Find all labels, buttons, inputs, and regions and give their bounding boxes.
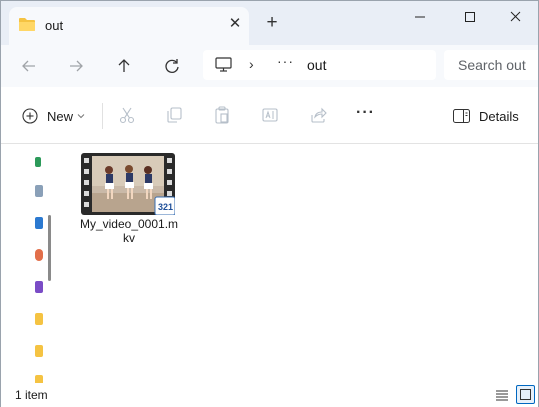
paste-icon[interactable] — [213, 106, 231, 124]
cut-icon[interactable] — [118, 106, 136, 124]
back-arrow-icon[interactable] — [18, 55, 40, 77]
nav-pane-scrollbar[interactable] — [48, 215, 51, 281]
chevron-down-icon — [77, 114, 85, 119]
player-badge-text: 321 — [158, 202, 173, 212]
copy-icon[interactable] — [165, 106, 183, 124]
close-window-icon[interactable] — [504, 8, 528, 26]
refresh-icon[interactable] — [161, 55, 183, 77]
nav-item-icon[interactable] — [35, 185, 43, 197]
new-button[interactable]: New — [22, 106, 92, 126]
tab-out[interactable]: out ✕ — [9, 7, 249, 45]
breadcrumb-separator[interactable]: › — [249, 56, 254, 72]
search-placeholder: Search out — [458, 57, 526, 73]
command-bar: New ··· Details — [1, 87, 538, 144]
toolbar-divider — [102, 103, 103, 129]
minimize-icon[interactable] — [408, 8, 432, 26]
large-icons-view-icon — [520, 389, 531, 400]
details-pane-icon — [453, 109, 470, 123]
details-label: Details — [479, 108, 519, 124]
new-button-label: New — [47, 108, 74, 124]
navigation-pane[interactable] — [1, 145, 59, 383]
nav-item-icon[interactable] — [35, 345, 43, 357]
nav-item-icon[interactable] — [35, 249, 43, 261]
file-list[interactable]: 321 My_video_0001.mkv — [59, 145, 538, 383]
large-icons-view-button[interactable] — [516, 385, 535, 404]
forward-arrow-icon[interactable] — [65, 55, 87, 77]
player-badge-icon: 321 — [158, 202, 173, 212]
tab-title: out — [45, 18, 64, 33]
new-tab-button[interactable]: + — [263, 13, 281, 33]
nav-item-icon[interactable] — [35, 157, 41, 167]
this-pc-icon[interactable] — [215, 57, 232, 73]
file-name[interactable]: My_video_0001.mkv — [79, 217, 179, 245]
breadcrumb-overflow[interactable]: ··· — [277, 53, 294, 69]
details-button[interactable]: Details — [453, 106, 519, 126]
title-bar: out ✕ + — [1, 1, 538, 45]
nav-item-icon[interactable] — [35, 313, 43, 325]
search-input[interactable]: Search out — [444, 50, 538, 80]
address-bar[interactable]: › ··· out — [203, 50, 436, 80]
item-count: 1 item — [15, 388, 48, 402]
status-bar: 1 item — [1, 383, 538, 407]
rename-icon[interactable] — [261, 106, 279, 124]
up-arrow-icon[interactable] — [113, 55, 135, 77]
details-view-icon[interactable] — [495, 388, 509, 402]
nav-item-icon[interactable] — [35, 281, 43, 293]
more-options-button[interactable]: ··· — [356, 104, 375, 124]
file-explorer-window: out ✕ + › ··· out Search out New ··· Det… — [0, 0, 539, 407]
close-tab-icon[interactable]: ✕ — [227, 16, 243, 32]
navigation-bar: › ··· out Search out — [1, 45, 538, 87]
nav-item-icon[interactable] — [35, 217, 43, 229]
plus-circle-icon — [22, 108, 38, 124]
nav-item-icon[interactable] — [35, 375, 43, 383]
folder-icon — [19, 18, 35, 31]
share-icon[interactable] — [309, 106, 327, 124]
maximize-icon[interactable] — [458, 8, 482, 26]
breadcrumb-current[interactable]: out — [307, 57, 326, 73]
file-item[interactable]: 321 My_video_0001.mkv — [79, 151, 179, 247]
